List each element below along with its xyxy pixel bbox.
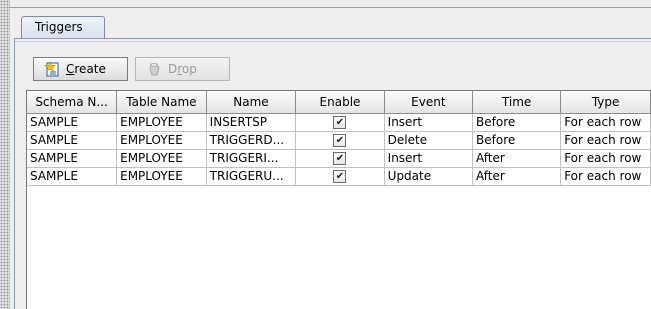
cell-enable: ✔ xyxy=(295,131,385,150)
cell-type: For each row xyxy=(560,167,651,186)
enable-checkbox[interactable]: ✔ xyxy=(333,116,347,129)
column-header-time[interactable]: Time xyxy=(472,91,562,114)
cell-time: After xyxy=(472,149,562,168)
enable-checkbox[interactable]: ✔ xyxy=(333,134,347,147)
cell-schema: SAMPLE xyxy=(27,167,118,186)
cell-schema: SAMPLE xyxy=(27,149,118,168)
create-button-label: Create xyxy=(66,62,106,76)
cell-name: TRIGGERD... xyxy=(206,131,297,150)
cell-event: Update xyxy=(384,167,474,186)
cell-event: Insert xyxy=(384,113,474,132)
panel-left-border xyxy=(14,38,15,309)
cell-event: Insert xyxy=(384,149,474,168)
drop-trigger-icon xyxy=(146,61,162,77)
enable-checkbox[interactable]: ✔ xyxy=(333,152,347,165)
cell-name: INSERTSP xyxy=(206,113,297,132)
cell-time: After xyxy=(472,167,562,186)
tab-panel-border xyxy=(15,38,651,39)
create-button[interactable]: Create xyxy=(33,57,128,81)
drop-button[interactable]: Drop xyxy=(135,57,230,81)
cell-table-name: EMPLOYEE xyxy=(116,131,207,150)
table-row[interactable]: SAMPLE EMPLOYEE TRIGGERU... ✔ Update Aft… xyxy=(27,167,651,186)
column-header-schema[interactable]: Schema N... xyxy=(27,91,118,114)
tab-panel-inner-border xyxy=(15,41,651,42)
table-row[interactable]: SAMPLE EMPLOYEE TRIGGERD... ✔ Delete Bef… xyxy=(27,131,651,150)
cell-time: Before xyxy=(472,113,562,132)
top-divider xyxy=(9,7,651,8)
column-header-name[interactable]: Name xyxy=(206,91,297,114)
cell-enable: ✔ xyxy=(295,113,385,132)
column-header-table-name[interactable]: Table Name xyxy=(116,91,207,114)
tab-triggers-label: Triggers xyxy=(35,20,83,34)
table-row[interactable]: SAMPLE EMPLOYEE INSERTSP ✔ Insert Before… xyxy=(27,113,651,132)
column-header-event[interactable]: Event xyxy=(384,91,474,114)
cell-table-name: EMPLOYEE xyxy=(116,113,207,132)
cell-time: Before xyxy=(472,131,562,150)
cell-table-name: EMPLOYEE xyxy=(116,167,207,186)
table-row[interactable]: SAMPLE EMPLOYEE TRIGGERI... ✔ Insert Aft… xyxy=(27,149,651,168)
cell-table-name: EMPLOYEE xyxy=(116,149,207,168)
column-header-type[interactable]: Type xyxy=(560,91,651,114)
create-trigger-icon xyxy=(44,61,60,77)
enable-checkbox[interactable]: ✔ xyxy=(333,170,347,183)
triggers-table[interactable]: Schema N... Table Name Name Enable Event… xyxy=(26,90,651,309)
cell-enable: ✔ xyxy=(295,167,385,186)
cell-type: For each row xyxy=(560,131,651,150)
cell-name: TRIGGERU... xyxy=(206,167,297,186)
cell-enable: ✔ xyxy=(295,149,385,168)
drop-button-label: Drop xyxy=(168,62,197,76)
cell-event: Delete xyxy=(384,131,474,150)
cell-schema: SAMPLE xyxy=(27,131,118,150)
cell-schema: SAMPLE xyxy=(27,113,118,132)
cell-name: TRIGGERI... xyxy=(206,149,297,168)
column-header-enable[interactable]: Enable xyxy=(295,91,385,114)
cell-type: For each row xyxy=(560,113,651,132)
table-header-row: Schema N... Table Name Name Enable Event… xyxy=(27,91,651,114)
resize-grip[interactable] xyxy=(0,0,10,309)
cell-type: For each row xyxy=(560,149,651,168)
tab-triggers[interactable]: Triggers xyxy=(21,16,105,39)
